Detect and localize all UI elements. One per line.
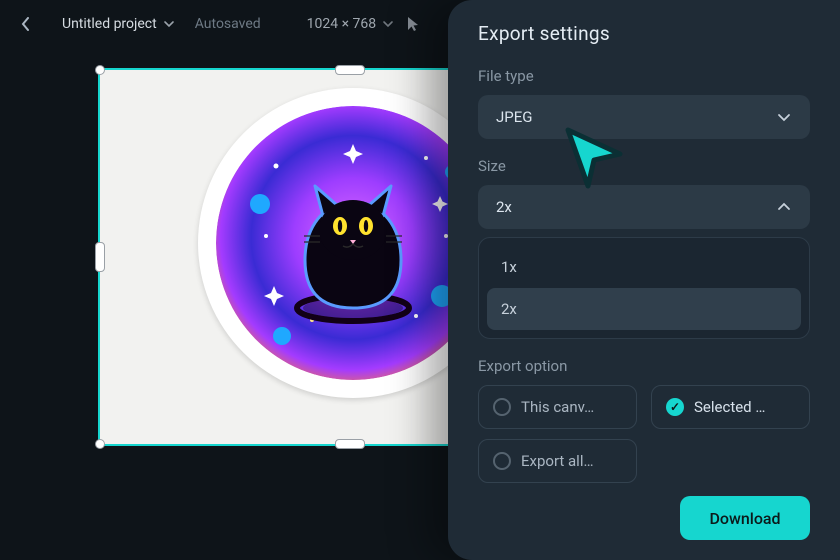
- canvas-dimensions: 1024 × 768: [307, 16, 377, 32]
- chevron-down-icon: [382, 18, 394, 30]
- filetype-select[interactable]: JPEG: [478, 95, 810, 139]
- autosaved-label: Autosaved: [195, 16, 261, 32]
- panel-title: Export settings: [478, 22, 810, 45]
- size-option-2x[interactable]: 2x: [487, 288, 801, 330]
- radio-icon: [493, 398, 511, 416]
- radio-checked-icon: [666, 398, 684, 416]
- filetype-value: JPEG: [496, 108, 532, 126]
- resize-handle-bottom[interactable]: [335, 439, 365, 449]
- chevron-up-icon: [776, 199, 792, 215]
- size-label: Size: [478, 157, 810, 175]
- pointer-tool-icon[interactable]: [406, 16, 420, 32]
- resize-handle-top[interactable]: [335, 65, 365, 75]
- project-name-dropdown[interactable]: Untitled project: [62, 16, 175, 32]
- export-option-label: Export option: [478, 357, 810, 375]
- size-dropdown: 1x 2x: [478, 237, 810, 339]
- radio-icon: [493, 452, 511, 470]
- back-button[interactable]: [18, 16, 34, 32]
- export-option-export-all[interactable]: Export all…: [478, 439, 637, 483]
- resize-handle-left[interactable]: [95, 242, 105, 272]
- size-option-1x[interactable]: 1x: [487, 246, 801, 288]
- export-settings-panel: Export settings File type JPEG Size 2x 1…: [448, 0, 840, 560]
- project-name: Untitled project: [62, 16, 157, 32]
- download-button[interactable]: Download: [680, 496, 810, 540]
- export-option-this-canvas[interactable]: This canv…: [478, 385, 637, 429]
- resize-handle-tl[interactable]: [95, 65, 105, 75]
- chevron-down-icon: [776, 109, 792, 125]
- size-select[interactable]: 2x: [478, 185, 810, 229]
- chevron-down-icon: [163, 18, 175, 30]
- filetype-label: File type: [478, 67, 810, 85]
- resize-handle-bl[interactable]: [95, 439, 105, 449]
- export-option-selected[interactable]: Selected …: [651, 385, 810, 429]
- size-value: 2x: [496, 198, 512, 216]
- canvas-dimensions-selector[interactable]: 1024 × 768: [307, 16, 395, 32]
